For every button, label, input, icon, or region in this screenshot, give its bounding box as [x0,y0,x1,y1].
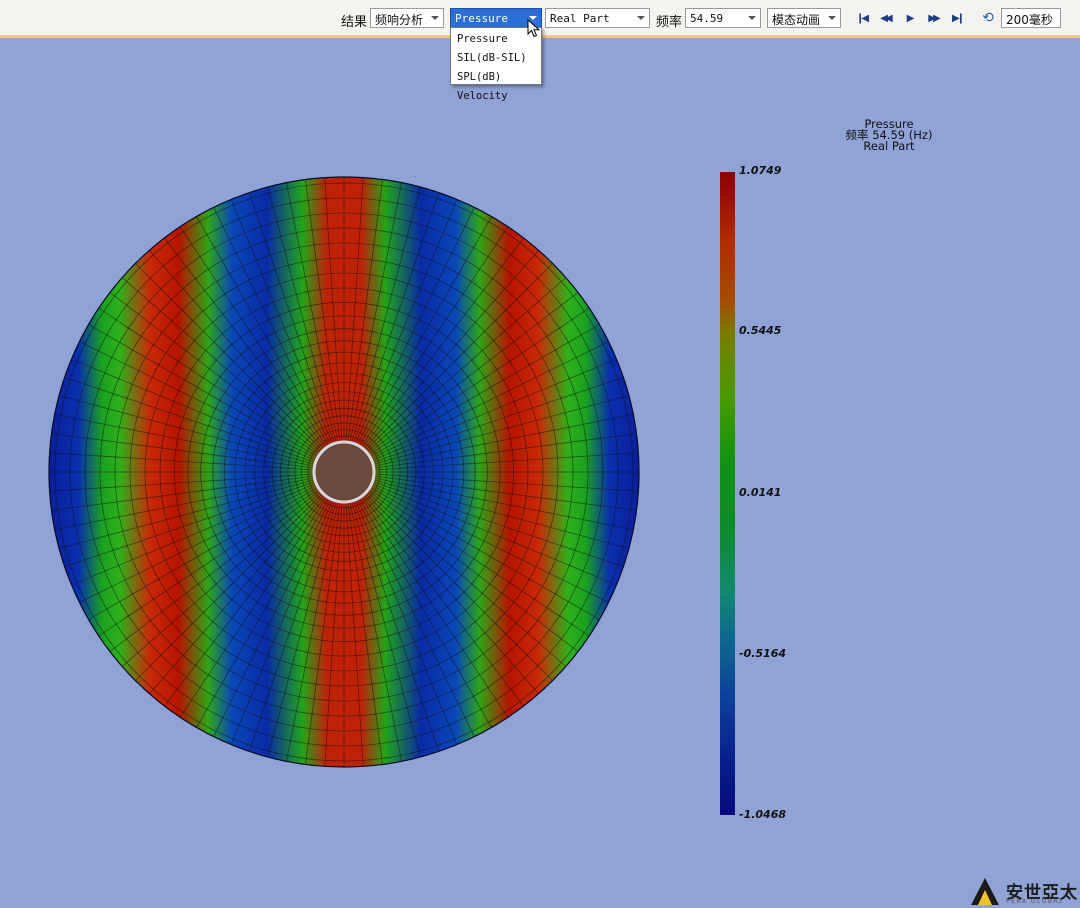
mouse-cursor-icon [527,19,541,38]
next-frame-icon: ▶▶ [928,12,941,24]
scatterer-hole [312,440,376,504]
frequency-value: 54.59 [690,12,724,25]
dropdown-option-sil[interactable]: SIL(dB-SIL) [451,49,541,68]
chevron-down-icon [828,16,836,20]
contour-colorbar [720,172,735,815]
frequency-label: 频率 [656,15,683,30]
analysis-type-select[interactable]: 频响分析 [370,8,444,28]
logo-subtext: PERA GLOBAL [1006,898,1064,905]
analysis-type-value: 频响分析 [375,13,424,27]
first-frame-icon: ❙◀ [855,12,869,24]
chevron-down-icon [637,16,645,20]
animation-mode-select[interactable]: 模态动画 [767,8,841,28]
acoustic-pressure-contour-plot[interactable] [44,172,644,772]
complex-part-select[interactable]: Real Part [545,8,650,28]
loop-icon: ⟲ [982,10,994,26]
colorbar-tick-label: 0.5445 [739,324,782,337]
colorbar-tick-label: -0.5164 [739,647,787,660]
result-label: 结果 [341,15,368,30]
previous-frame-button[interactable]: ◀◀ [877,10,893,26]
result-quantity-value: Pressure [455,12,508,25]
loop-button[interactable]: ⟲ [980,10,996,26]
colorbar-max-label: 1.0749 [739,164,782,177]
dropdown-option-spl[interactable]: SPL(dB) [451,68,541,87]
animation-mode-value: 模态动画 [772,13,821,27]
chevron-down-icon [748,16,756,20]
colorbar-min-label: -1.0468 [739,808,787,821]
complex-part-value: Real Part [550,12,610,25]
play-button[interactable]: ▶ [901,10,917,26]
frame-interval-value: 200毫秒 [1006,13,1053,27]
frame-interval-spinbox[interactable]: 200毫秒 [1001,8,1061,28]
chevron-down-icon [431,16,439,20]
first-frame-button[interactable]: ❙◀ [853,10,869,26]
frequency-select[interactable]: 54.59 [685,8,761,28]
colorbar-tick-label: 0.0141 [739,486,782,499]
previous-frame-icon: ◀◀ [880,12,893,24]
next-frame-button[interactable]: ▶▶ [925,10,941,26]
legend-part: Real Part [863,139,915,153]
last-frame-button[interactable]: ▶❙ [949,10,965,26]
contour-legend-title: Pressure 频率 54.59 (Hz) Real Part [830,118,948,153]
dropdown-option-velocity[interactable]: Velocity [451,87,541,106]
play-icon: ▶ [906,12,915,24]
last-frame-icon: ▶❙ [951,12,965,24]
